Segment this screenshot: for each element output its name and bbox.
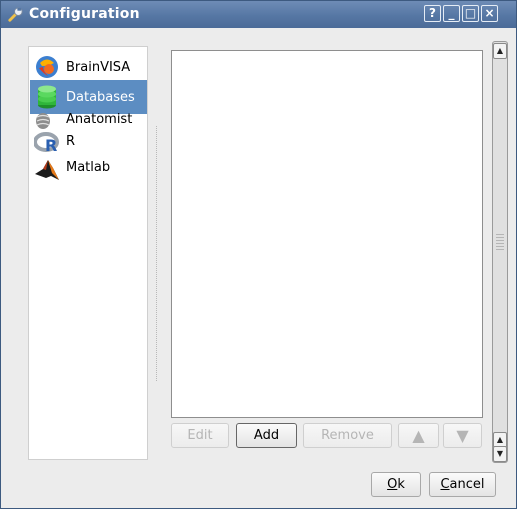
- cancel-button[interactable]: Cancel: [429, 472, 496, 497]
- arrow-down-icon: ▼: [456, 426, 469, 445]
- sidebar-item-label: BrainVISA: [66, 60, 131, 75]
- category-list[interactable]: BrainVISA Databases Anatomist R R Matlab: [28, 46, 148, 460]
- sidebar-item-databases[interactable]: Databases: [30, 80, 147, 114]
- ok-button[interactable]: Ok: [371, 472, 421, 497]
- sidebar-item-label: Databases: [66, 90, 135, 105]
- close-icon: ×: [484, 6, 495, 20]
- sidebar-item-label: Matlab: [66, 160, 111, 175]
- brainvisa-icon: [36, 56, 58, 78]
- sidebar-item-anatomist[interactable]: Anatomist: [30, 110, 147, 132]
- close-button[interactable]: ×: [481, 5, 498, 22]
- database-list[interactable]: [171, 50, 483, 418]
- svg-text:R: R: [45, 136, 57, 154]
- minimize-button[interactable]: _: [443, 5, 460, 22]
- title-bar[interactable]: Configuration ? _ □ ×: [1, 1, 516, 28]
- sidebar-item-label: Anatomist: [66, 112, 133, 127]
- r-icon: R: [34, 132, 59, 154]
- window-title: Configuration: [29, 6, 140, 22]
- sidebar-item-brainvisa[interactable]: BrainVISA: [30, 50, 147, 84]
- help-button[interactable]: ?: [424, 5, 441, 22]
- add-button[interactable]: Add: [236, 423, 297, 448]
- wrench-icon: [8, 7, 23, 22]
- move-up-button[interactable]: ▲: [398, 423, 439, 448]
- vertical-scrollbar[interactable]: ▲ ▲ ▼: [492, 41, 508, 463]
- sidebar-item-r[interactable]: R R: [30, 132, 147, 154]
- remove-button[interactable]: Remove: [303, 423, 392, 448]
- anatomist-icon: [36, 113, 50, 129]
- matlab-icon: [34, 156, 60, 182]
- arrow-up-icon: ▲: [412, 426, 425, 445]
- maximize-icon: □: [464, 6, 477, 20]
- database-icon: [38, 85, 56, 109]
- scroll-down-button[interactable]: ▼: [493, 446, 507, 462]
- move-down-button[interactable]: ▼: [443, 423, 482, 448]
- scrollbar-grip[interactable]: [496, 234, 504, 250]
- configuration-window: Configuration ? _ □ × BrainVISA Database…: [0, 0, 517, 509]
- sidebar-item-label: R: [66, 134, 76, 149]
- minimize-icon: _: [448, 6, 455, 20]
- edit-button[interactable]: Edit: [171, 423, 229, 448]
- sidebar-item-matlab[interactable]: Matlab: [30, 154, 147, 184]
- scroll-up-button[interactable]: ▲: [493, 43, 507, 59]
- splitter-handle[interactable]: [156, 126, 158, 381]
- maximize-button[interactable]: □: [462, 5, 479, 22]
